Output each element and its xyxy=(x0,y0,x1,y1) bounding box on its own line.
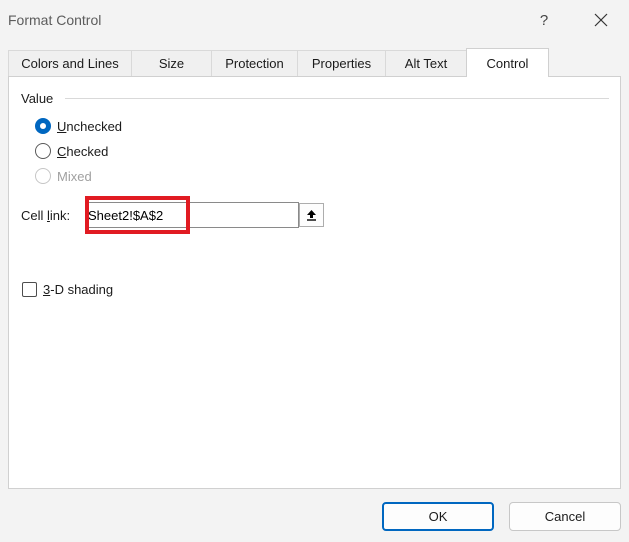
radio-mixed: Mixed xyxy=(35,166,92,186)
radio-checked-label: Checked xyxy=(57,143,109,159)
radio-unchecked[interactable]: Unchecked xyxy=(35,116,122,136)
cell-link-label: Cell link: xyxy=(21,208,71,223)
tab-alt-text[interactable]: Alt Text xyxy=(385,50,467,76)
radio-disabled-icon xyxy=(35,168,51,184)
tab-colors-and-lines[interactable]: Colors and Lines xyxy=(8,50,132,76)
title-bar: Format Control ? xyxy=(0,0,629,40)
3d-shading-checkbox[interactable]: 3-D shading xyxy=(22,279,113,299)
tab-protection[interactable]: Protection xyxy=(211,50,298,76)
close-button[interactable] xyxy=(586,6,616,34)
radio-selected-icon[interactable] xyxy=(35,118,51,134)
control-panel: Value Unchecked Checked Mixed Cell link:… xyxy=(8,76,621,489)
radio-empty-icon[interactable] xyxy=(35,143,51,159)
ok-button[interactable]: OK xyxy=(382,502,494,531)
checkbox-icon[interactable] xyxy=(22,281,37,297)
collapse-dialog-icon xyxy=(307,210,316,221)
3d-shading-label: 3-D shading xyxy=(43,281,114,297)
collapse-dialog-button[interactable] xyxy=(299,203,324,227)
group-divider xyxy=(65,98,609,99)
dialog-title: Format Control xyxy=(8,12,102,28)
radio-mixed-label: Mixed xyxy=(57,168,92,184)
value-group-label: Value xyxy=(21,91,54,106)
radio-unchecked-label: Unchecked xyxy=(57,118,123,134)
close-icon xyxy=(594,13,608,27)
tab-size[interactable]: Size xyxy=(131,50,212,76)
cell-link-input[interactable] xyxy=(85,202,299,228)
tab-properties[interactable]: Properties xyxy=(297,50,386,76)
cancel-button[interactable]: Cancel xyxy=(509,502,621,531)
help-button[interactable]: ? xyxy=(532,8,556,32)
help-icon: ? xyxy=(539,11,549,29)
tab-control[interactable]: Control xyxy=(466,48,549,77)
radio-checked[interactable]: Checked xyxy=(35,141,108,161)
